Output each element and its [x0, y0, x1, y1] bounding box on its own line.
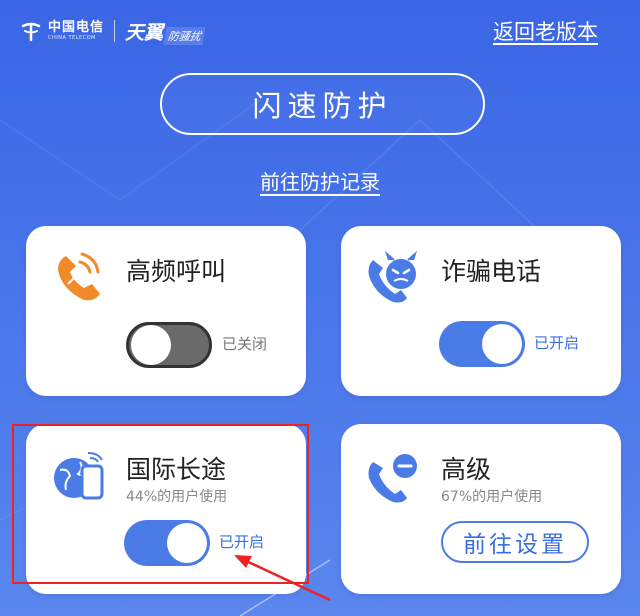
- product-main: 天翼: [125, 21, 164, 44]
- telecom-icon: [21, 22, 41, 42]
- protection-record-link[interactable]: 前往防护记录: [0, 166, 640, 195]
- card-title: 高频呼叫: [126, 257, 227, 286]
- phone-minus-icon: [368, 454, 417, 503]
- brand-cn: 中国电信: [48, 20, 105, 35]
- phone-high-frequency-icon: [58, 252, 100, 301]
- card-high-frequency: 高频呼叫 已关闭: [26, 226, 306, 396]
- devil-fraud-icon: [368, 250, 418, 303]
- fraud-call-toggle[interactable]: [439, 321, 525, 367]
- card-advanced: 高级 67%的用户使用 前往设置: [341, 424, 621, 594]
- brand-divider: [114, 20, 116, 42]
- toggle-knob: [482, 324, 522, 364]
- toggle-status-label: 已关闭: [222, 335, 268, 353]
- card-title: 高级: [441, 455, 492, 484]
- toggle-status-label: 已开启: [534, 334, 580, 352]
- flash-protect-button[interactable]: 闪速防护: [160, 73, 485, 135]
- product-sub: 防骚扰: [163, 26, 206, 45]
- toggle-knob: [131, 325, 171, 365]
- card-title: 诈骗电话: [441, 257, 542, 286]
- card-fraud-call: 诈骗电话 已开启: [341, 226, 621, 396]
- highlight-box: [12, 424, 309, 584]
- card-subtitle: 67%的用户使用: [441, 489, 543, 505]
- brand-logo: 中国电信 CHINA TELECOM 天翼 防骚扰: [20, 14, 206, 48]
- old-version-link[interactable]: 返回老版本: [493, 16, 598, 46]
- brand-en: CHINA TELECOM: [48, 35, 96, 41]
- china-telecom-logo: 中国电信 CHINA TELECOM: [20, 20, 104, 42]
- go-settings-button[interactable]: 前往设置: [441, 521, 589, 563]
- product-logo: 天翼 防骚扰: [125, 18, 206, 45]
- high-frequency-toggle[interactable]: [126, 322, 212, 368]
